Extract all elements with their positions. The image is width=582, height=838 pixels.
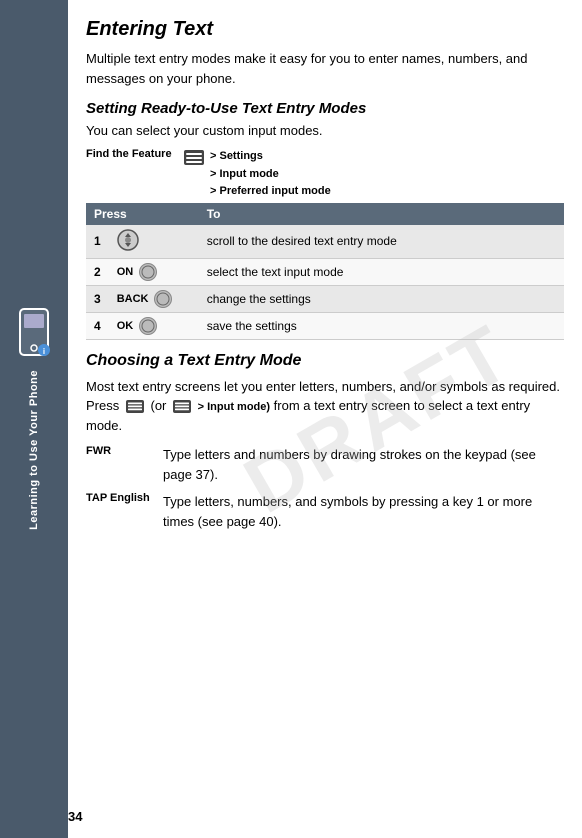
row-desc-3: change the settings	[199, 285, 564, 312]
key-btn-4	[139, 317, 157, 335]
menu-icon-inline	[126, 400, 144, 413]
table-header-press: Press	[86, 203, 199, 225]
fwr-section: FWR Type letters and numbers by drawing …	[86, 445, 564, 484]
phone-icon: i	[16, 308, 52, 358]
menu-icon	[184, 150, 204, 168]
find-feature-path: > Settings > Input mode > Preferred inpu…	[210, 148, 331, 201]
key-cell-3: BACK	[109, 285, 199, 312]
key-btn-3	[154, 290, 172, 308]
path-item-2: > Input mode	[210, 166, 331, 184]
scroll-icon	[117, 229, 139, 251]
tap-section: TAP English Type letters, numbers, and s…	[86, 492, 564, 531]
instruction-table: Press To 1 scroll to the desired text en…	[86, 203, 564, 340]
row-desc-1: scroll to the desired text entry mode	[199, 225, 564, 259]
sidebar-label: Learning to Use Your Phone	[28, 370, 40, 530]
path-item-1: > Settings	[210, 148, 331, 166]
table-row: 1 scroll to the desired text entry mode	[86, 225, 564, 259]
section2-body2: (or	[150, 398, 166, 413]
row-num-4: 4	[86, 312, 109, 339]
row-desc-2: select the text input mode	[199, 258, 564, 285]
row-num-2: 2	[86, 258, 109, 285]
row-num-1: 1	[86, 225, 109, 259]
page-number: 34	[68, 809, 82, 824]
key-label-4: OK	[117, 320, 134, 332]
fwr-description: Type letters and numbers by drawing stro…	[163, 445, 564, 484]
key-cell-1	[109, 225, 199, 259]
key-label-3: BACK	[117, 293, 149, 305]
table-row: 2 ON select the text input mode	[86, 258, 564, 285]
section2-body: Most text entry screens let you enter le…	[86, 377, 564, 436]
main-title: Entering Text	[86, 18, 564, 41]
menu-icon-inline2	[173, 400, 191, 413]
intro-text: Multiple text entry modes make it easy f…	[86, 49, 564, 88]
tap-label: TAP English	[86, 492, 151, 504]
table-row: 4 OK save the settings	[86, 312, 564, 339]
find-feature-box: Find the Feature > Settings > Input mode…	[86, 148, 564, 201]
section1-title: Setting Ready-to-Use Text Entry Modes	[86, 100, 564, 117]
key-btn-2	[139, 263, 157, 281]
key-cell-4: OK	[109, 312, 199, 339]
key-label-2: ON	[117, 266, 134, 278]
input-mode-text: > Input mode)	[198, 401, 270, 413]
row-desc-4: save the settings	[199, 312, 564, 339]
section2-title: Choosing a Text Entry Mode	[86, 352, 564, 370]
path-item-3: > Preferred input mode	[210, 183, 331, 201]
table-row: 3 BACK change the settings	[86, 285, 564, 312]
key-cell-2: ON	[109, 258, 199, 285]
section1-intro: You can select your custom input modes.	[86, 123, 564, 138]
svg-text:i: i	[43, 347, 45, 356]
main-content: Entering Text Multiple text entry modes …	[68, 0, 582, 838]
fwr-label: FWR	[86, 445, 151, 457]
tap-description: Type letters, numbers, and symbols by pr…	[163, 492, 564, 531]
find-feature-label: Find the Feature	[86, 148, 176, 160]
sidebar: i Learning to Use Your Phone	[0, 0, 68, 838]
table-header-to: To	[199, 203, 564, 225]
row-num-3: 3	[86, 285, 109, 312]
